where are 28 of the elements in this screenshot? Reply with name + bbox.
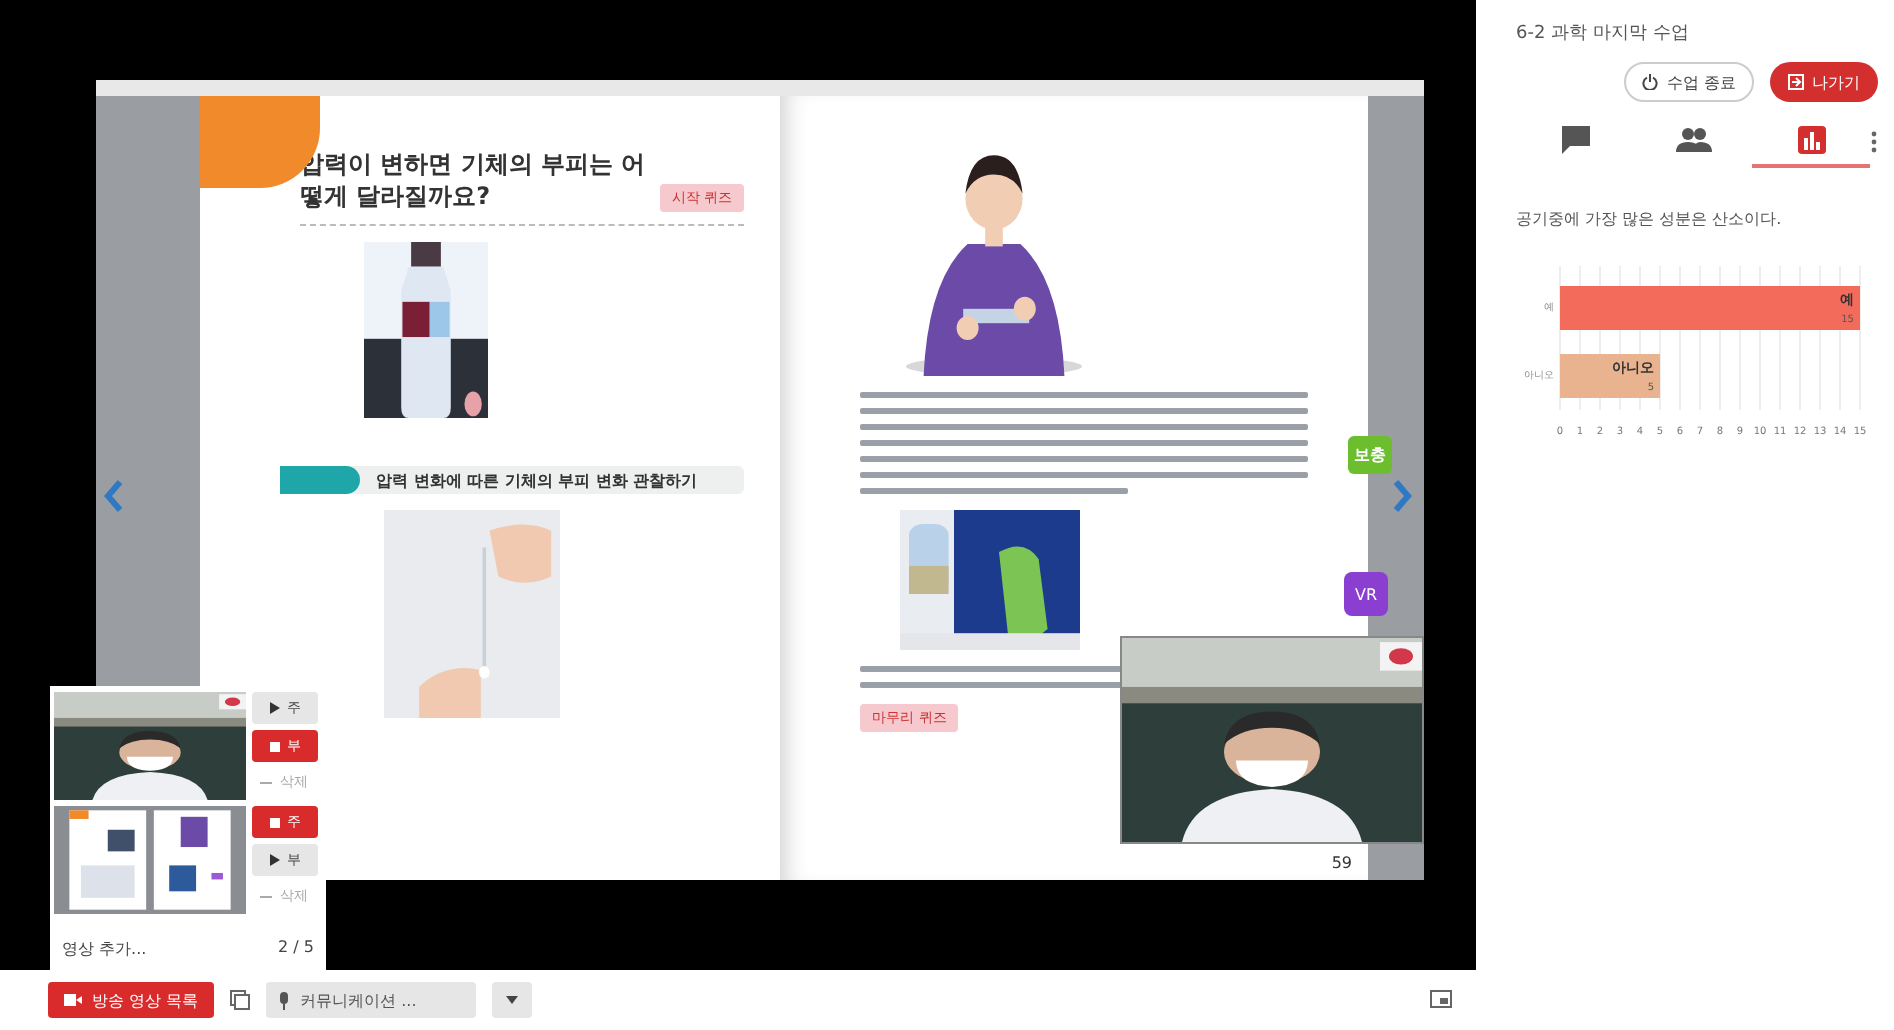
page-count: 2 / 5 — [278, 938, 314, 960]
add-video-link[interactable]: 영상 추가... — [62, 938, 147, 960]
picture-in-picture-icon[interactable] — [1430, 990, 1452, 1008]
people-icon — [1675, 128, 1711, 152]
activity-heading: 압력 변화에 따른 기체의 부피 변화 관찰하기 — [376, 469, 698, 492]
lesson-title: 6-2 과학 마지막 수업 — [1516, 22, 1691, 46]
caret-icon — [506, 996, 519, 1004]
play-icon — [269, 854, 279, 866]
broadcast-list-button[interactable]: 방송 영상 목록 — [48, 982, 215, 1018]
chat-icon — [1561, 126, 1589, 154]
poll-question: 공기중에 가장 많은 성분은 산소이다. — [1516, 208, 1784, 230]
copy-icon[interactable] — [230, 990, 251, 1010]
end-class-button[interactable]: 수업 종료 — [1624, 62, 1754, 102]
dropdown-button[interactable] — [492, 982, 533, 1018]
camera-icon — [64, 994, 82, 1006]
chart-icon — [1797, 126, 1825, 154]
more-icon[interactable] — [1870, 129, 1878, 153]
stop-icon — [269, 817, 279, 827]
source-select[interactable]: 커뮤니케이션 ... — [266, 982, 477, 1018]
exit-button[interactable]: 나가기 — [1770, 62, 1878, 102]
page-number: 59 — [1331, 854, 1352, 872]
vr-badge[interactable]: VR — [1344, 572, 1388, 616]
microphone-icon — [278, 991, 291, 1009]
activity-badge — [280, 466, 360, 495]
stop-icon — [269, 741, 279, 751]
power-icon — [1642, 74, 1659, 90]
exit-icon — [1788, 74, 1804, 90]
play-icon — [269, 702, 279, 714]
